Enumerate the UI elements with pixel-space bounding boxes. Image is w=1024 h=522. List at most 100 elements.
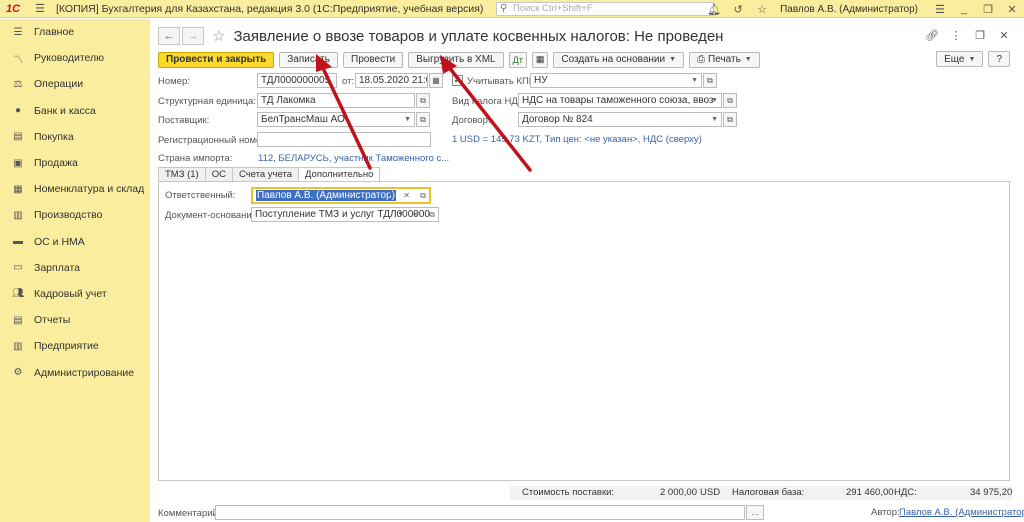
chevron-down-icon: ▼ — [691, 77, 698, 84]
post-and-close-button[interactable]: Провести и закрыть — [158, 51, 275, 68]
more-menu-icon[interactable]: ⋮ — [948, 27, 964, 43]
author-label: Автор: — [871, 507, 900, 518]
reg-number-label: Регистрационный номер: — [158, 135, 270, 146]
open-icon[interactable]: ⧉ — [429, 208, 435, 221]
print-label: Печать — [708, 54, 741, 65]
sidebar-item-reports[interactable]: ▤ Отчеты — [0, 307, 150, 333]
forward-arrow-icon[interactable]: → — [182, 27, 204, 45]
sidebar-item-enterprise[interactable]: ▥ Предприятие — [0, 333, 150, 359]
division-field[interactable]: ТД Лакомка — [257, 93, 415, 108]
clear-icon[interactable]: ✕ — [403, 189, 410, 202]
reg-number-field[interactable] — [257, 132, 431, 147]
kpn-select[interactable]: НУ ▼ — [530, 73, 702, 88]
supplier-label: Поставщик: — [158, 115, 210, 126]
global-search-input[interactable]: ⚲ Поиск Ctrl+Shift+F — [496, 2, 714, 16]
open-icon[interactable]: ⧉ — [723, 112, 737, 127]
base-doc-field[interactable]: Поступление ТМЗ и услуг ТДЛ000000 ▼ ✕ ⧉ — [251, 207, 439, 222]
save-button[interactable]: Записать — [279, 51, 338, 68]
sidebar-item-label: Производство — [34, 209, 103, 222]
sidebar-item-purchases[interactable]: ▤ Покупка — [0, 124, 150, 150]
chart-line-icon: 〽 — [13, 54, 23, 66]
author-link[interactable]: Павлов А.В. (Администратор) — [899, 507, 1024, 518]
sidebar-item-hr[interactable]: 👥︎ Кадровый учет — [0, 281, 150, 307]
tab-accounts[interactable]: Счета учета — [231, 167, 300, 182]
comment-expand-icon[interactable]: … — [746, 505, 764, 520]
sidebar-item-sales[interactable]: ▣ Продажа — [0, 150, 150, 176]
print-button[interactable]: ⎙ Печать ▼ — [689, 51, 760, 68]
create-based-on-button[interactable]: Создать на основании ▼ — [553, 51, 685, 68]
basket-icon: ▤ — [13, 131, 23, 143]
maximize-icon[interactable]: ❐ — [972, 27, 988, 43]
sidebar-item-payroll[interactable]: ▭ Зарплата — [0, 255, 150, 281]
sidebar-item-administration[interactable]: ⚙ Администрирование — [0, 359, 150, 385]
sidebar-item-main[interactable]: ☰ Главное — [0, 19, 150, 45]
bank-icon: ● — [14, 105, 22, 117]
calendar-icon[interactable]: ▦ — [429, 73, 443, 88]
open-icon[interactable]: ⧉ — [416, 112, 430, 127]
back-arrow-icon[interactable]: ← — [158, 27, 180, 45]
tab-fixed-assets[interactable]: ОС — [204, 167, 233, 182]
clear-icon[interactable]: ✕ — [412, 208, 419, 221]
sidebar-item-nomenclature[interactable]: ▦ Номенклатура и склад — [0, 176, 150, 202]
1c-logo: 1С — [6, 2, 21, 15]
sidebar-item-label: Номенклатура и склад — [34, 183, 145, 196]
sidebar-item-production[interactable]: ▥ Производство — [0, 202, 150, 228]
comment-label: Комментарий: — [158, 508, 221, 519]
bell-icon[interactable]: 🔔︎ — [706, 1, 722, 17]
link-icon[interactable]: 🔗︎ — [924, 27, 940, 43]
dt-kt-postings-icon[interactable]: Дт — [508, 51, 527, 68]
sidebar-item-bank[interactable]: ● Банк и касса — [0, 98, 150, 124]
sidebar-item-manager[interactable]: 〽 Руководителю — [0, 45, 150, 71]
open-icon[interactable]: ⧉ — [416, 93, 430, 108]
sidebar-item-label: ОС и НМА — [34, 235, 85, 248]
responsible-field[interactable]: Павлов А.В. (Администратор) ▼ ✕ ⧉ — [251, 187, 431, 204]
history-icon[interactable]: ↺ — [730, 1, 746, 17]
chevron-down-icon: ▼ — [388, 192, 395, 199]
sidebar-item-label: Покупка — [34, 130, 74, 143]
close-window-icon[interactable]: ✕ — [1004, 1, 1020, 17]
vat-kind-select[interactable]: НДС на товары таможенного союза, ввоз ▼ — [518, 93, 722, 108]
sidebar-item-label: Отчеты — [34, 314, 71, 327]
sidebar-item-label: Операции — [34, 78, 84, 91]
vat-value: 34 975,20 — [970, 487, 1013, 498]
open-icon[interactable]: ⧉ — [723, 93, 737, 108]
supplier-field[interactable]: БелТрансМаш АО ▼ — [257, 112, 415, 127]
app-title: [КОПИЯ] Бухгалтерия для Казахстана, реда… — [56, 2, 484, 15]
comment-field[interactable] — [215, 505, 745, 520]
open-icon[interactable]: ⧉ — [420, 189, 426, 202]
post-button[interactable]: Провести — [343, 51, 404, 68]
sidebar-item-operations[interactable]: ⚖ Операции — [0, 71, 150, 97]
currency-prices-link[interactable]: 1 USD = 145,73 KZT, Тип цен: <не указан>… — [452, 134, 702, 145]
responsible-value: Павлов А.В. (Администратор) — [256, 190, 396, 201]
help-button[interactable]: ? — [988, 51, 1010, 67]
settings-menu-icon[interactable]: ☰ — [932, 1, 948, 17]
hamburger-menu-icon[interactable]: ☰ — [32, 1, 48, 17]
chevron-down-icon: ▼ — [744, 56, 752, 63]
page-title: Заявление о ввозе товаров и уплате косве… — [233, 27, 724, 45]
country-link[interactable]: 112, БЕЛАРУСЬ, участник Таможенного с... — [258, 153, 449, 164]
kpn-checkbox[interactable]: ✔ — [452, 75, 463, 86]
export-xml-button[interactable]: Выгрузить в XML — [408, 51, 504, 68]
sidebar-item-label: Продажа — [34, 157, 78, 170]
totals-bar: Стоимость поставки: 2 000,00 USD Налогов… — [510, 486, 1012, 500]
sidebar-item-label: Главное — [34, 26, 75, 39]
current-user[interactable]: Павлов А.В. (Администратор) — [780, 4, 918, 15]
number-field[interactable]: ТДЛ000000005 — [257, 73, 337, 88]
restore-window-icon[interactable]: ❐ — [980, 1, 996, 17]
sections-sidebar: ☰ Главное 〽 Руководителю ⚖ Операции ● Банк и… — [0, 19, 150, 522]
contract-field[interactable]: Договор № 824 ▼ — [518, 112, 722, 127]
structure-icon[interactable]: ▦ — [531, 51, 549, 68]
date-field[interactable]: 18.05.2020 21:03:4 — [355, 73, 428, 88]
kpn-value: НУ — [534, 75, 548, 86]
close-form-icon[interactable]: ✕ — [996, 27, 1012, 43]
tab-goods[interactable]: ТМЗ (1) — [158, 167, 206, 182]
favorite-star-icon[interactable]: ☆ — [212, 27, 225, 45]
sidebar-item-fixed-assets[interactable]: ▬ ОС и НМА — [0, 229, 150, 255]
kpn-label: Учитывать КПН — [467, 76, 536, 87]
minimize-icon[interactable]: _ — [956, 1, 972, 17]
chevron-down-icon: ▼ — [968, 55, 976, 63]
more-button[interactable]: Еще ▼ — [936, 51, 984, 67]
favorites-star-icon[interactable]: ☆ — [754, 1, 770, 17]
open-icon[interactable]: ⧉ — [703, 73, 717, 88]
responsible-label: Ответственный: — [165, 190, 236, 201]
